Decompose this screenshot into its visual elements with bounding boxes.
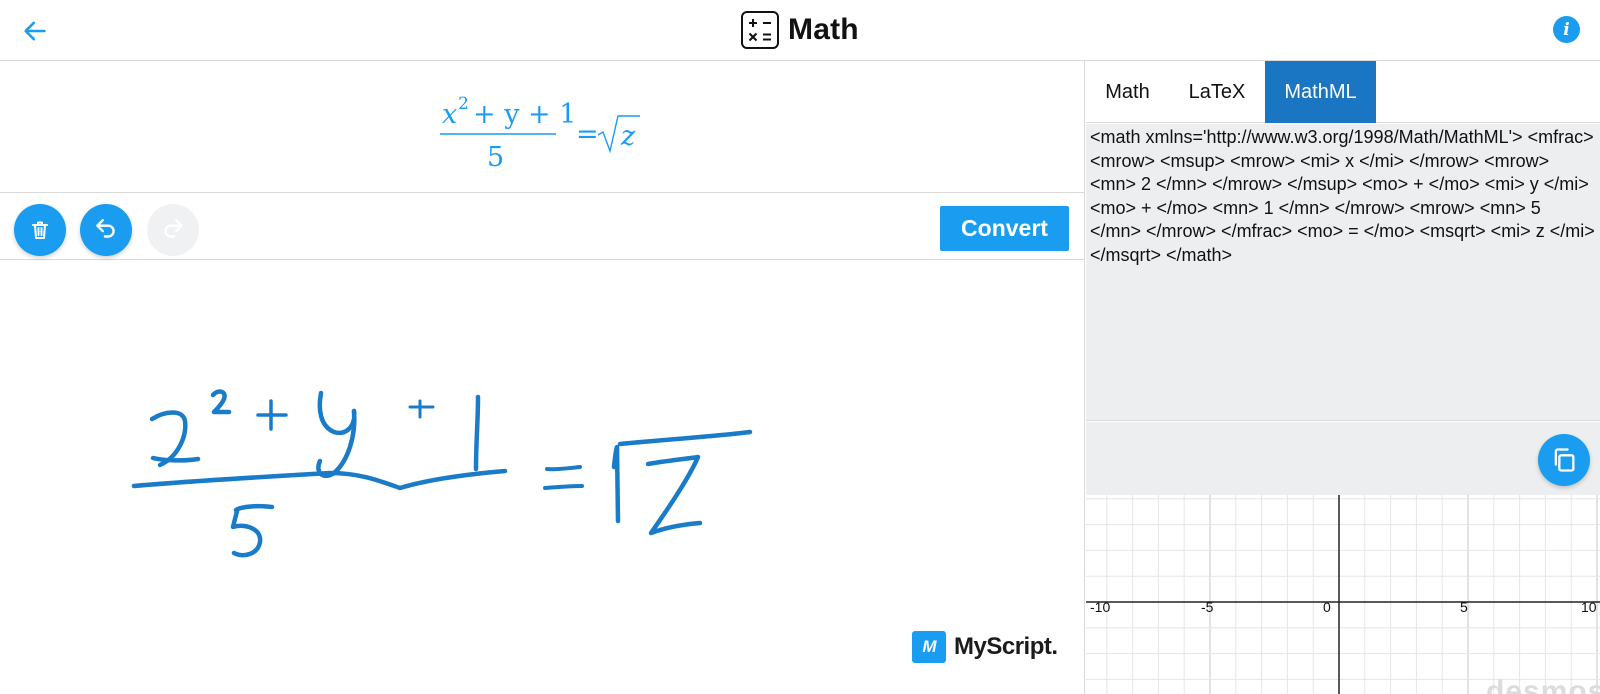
app-title-group: Math <box>740 8 859 52</box>
formula-radicand: z <box>620 121 636 152</box>
redo-button[interactable] <box>147 204 199 256</box>
myscript-brand: M MyScript. <box>912 631 1058 663</box>
x-tick-label: 0 <box>1323 599 1331 615</box>
graph-view[interactable]: -10 -5 0 5 10 desmos <box>1086 495 1600 694</box>
redo-icon <box>164 219 183 238</box>
myscript-logo: M <box>912 631 946 663</box>
clear-button[interactable] <box>14 204 66 256</box>
graph-grid <box>1086 495 1600 694</box>
app-header: Math i <box>0 0 1600 61</box>
mathml-output[interactable]: <math xmlns='http://www.w3.org/1998/Math… <box>1086 124 1600 421</box>
desmos-watermark: desmos <box>1486 675 1600 694</box>
copy-button[interactable] <box>1538 434 1590 486</box>
back-button[interactable] <box>18 14 52 48</box>
info-icon: i <box>1563 19 1570 40</box>
formula-num-rest: + y + 1 <box>473 99 576 130</box>
formula-num-base: x <box>442 99 457 130</box>
tab-latex[interactable]: LaTeX <box>1169 61 1265 123</box>
tab-math[interactable]: Math <box>1086 61 1169 123</box>
format-tabs: Math LaTeX MathML <box>1086 61 1600 123</box>
x-tick-label: 5 <box>1460 599 1468 615</box>
arrow-left-icon <box>24 21 46 41</box>
brand-name: MyScript. <box>954 633 1058 660</box>
editor-panel: x 2 + y + 1 5 = z Convert M MyScript. <box>0 61 1085 694</box>
output-panel: Math LaTeX MathML <math xmlns='http://ww… <box>1086 61 1600 694</box>
copy-zone <box>1086 422 1600 495</box>
formula-denominator: 5 <box>487 142 504 171</box>
trash-icon <box>32 221 48 239</box>
x-tick-label: 10 <box>1581 599 1597 615</box>
handwriting-canvas[interactable]: M MyScript. <box>0 261 1085 694</box>
undo-button[interactable] <box>80 204 132 256</box>
convert-button[interactable]: Convert <box>940 206 1069 251</box>
rendered-formula: x 2 + y + 1 5 = z <box>440 94 640 171</box>
x-tick-label: -5 <box>1201 599 1214 615</box>
calculator-icon <box>741 11 779 49</box>
info-button[interactable]: i <box>1553 16 1580 43</box>
editor-toolbar: Convert <box>0 194 1085 260</box>
x-tick-label: -10 <box>1090 599 1111 615</box>
formula-equals: = <box>576 119 599 150</box>
copy-icon <box>1554 448 1575 472</box>
handwritten-ink <box>131 389 753 558</box>
tab-mathml[interactable]: MathML <box>1265 61 1376 123</box>
formula-num-exp: 2 <box>458 94 469 114</box>
undo-icon <box>96 219 115 238</box>
result-area: x 2 + y + 1 5 = z <box>0 61 1085 193</box>
page-title: Math <box>788 13 859 46</box>
